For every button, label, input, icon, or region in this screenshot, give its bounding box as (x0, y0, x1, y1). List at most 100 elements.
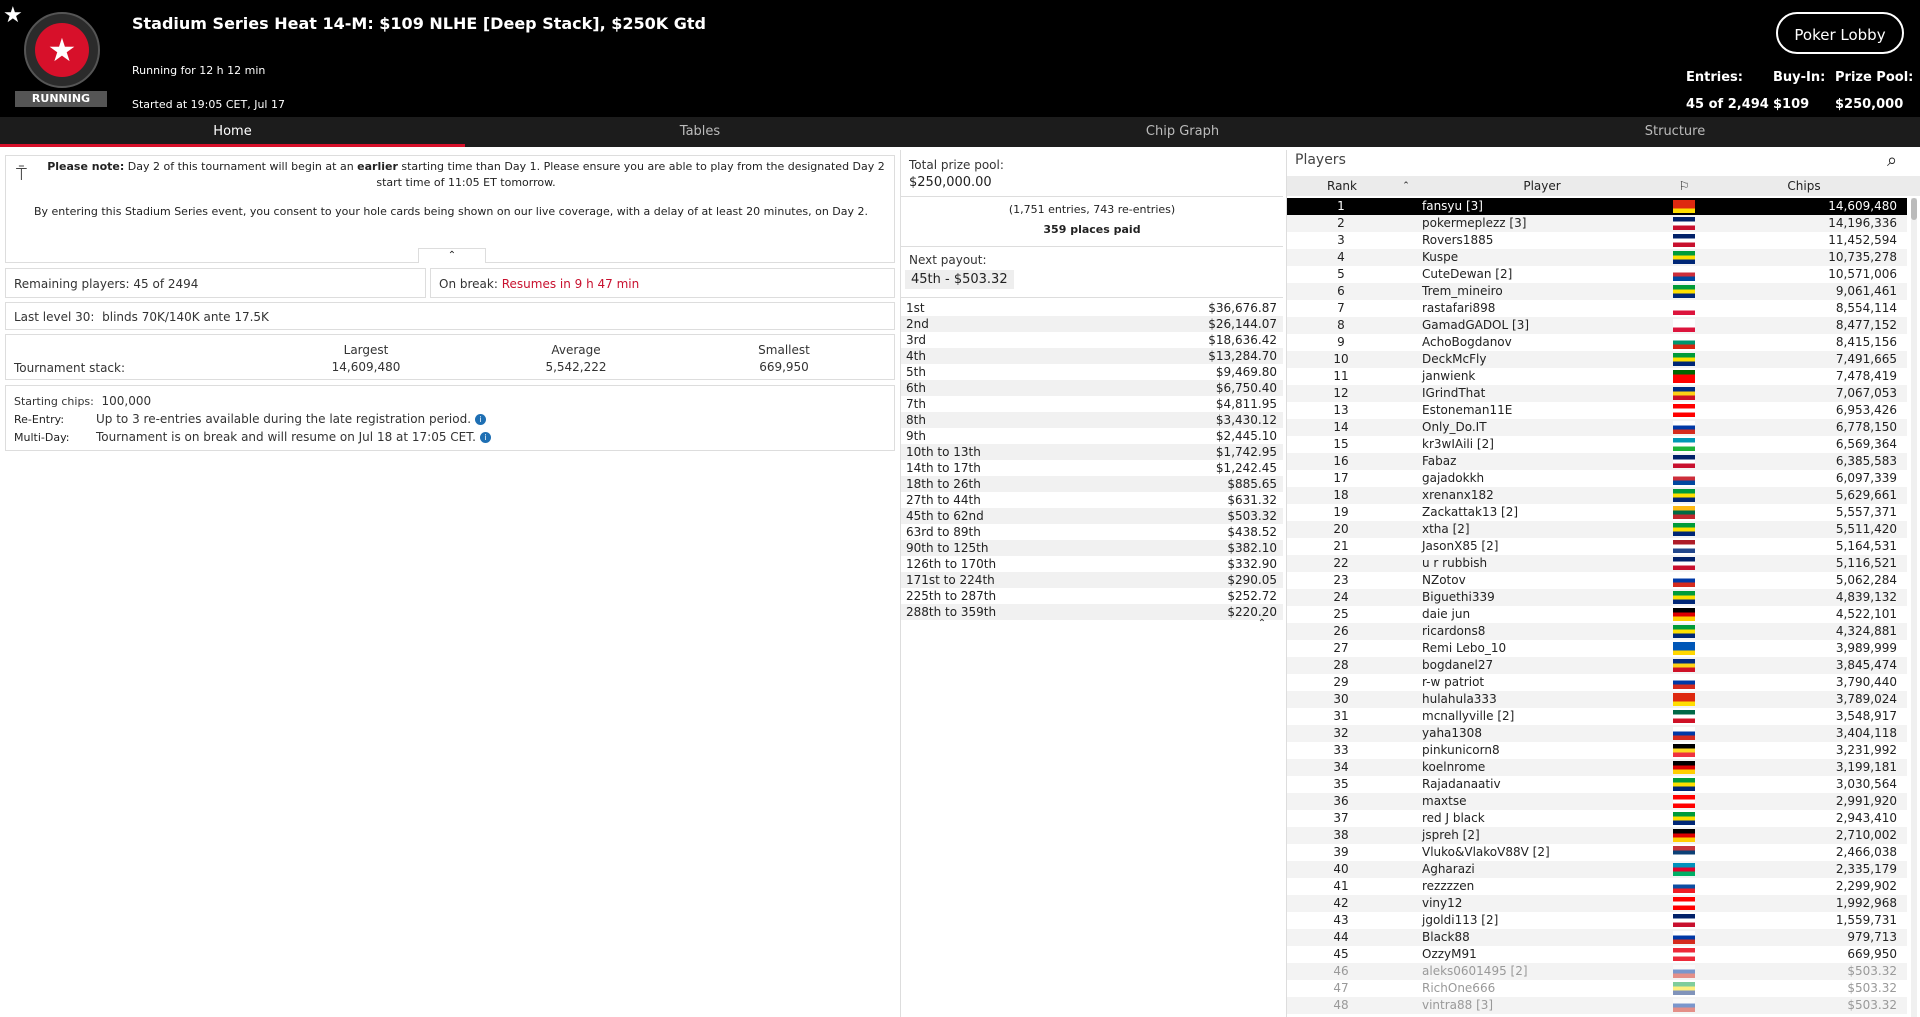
player-row[interactable]: 44 Black88 979,713 (1287, 929, 1907, 946)
player-row[interactable]: 4 Kuspe 10,735,278 (1287, 249, 1907, 266)
player-rank: 23 (1333, 573, 1349, 587)
player-row[interactable]: 2 pokermeplezz [3] 14,196,336 (1287, 215, 1907, 232)
player-row[interactable]: 21 JasonX85 [2] 5,164,531 (1287, 538, 1907, 555)
player-chips: 9,061,461 (1835, 284, 1897, 298)
player-row[interactable]: 7 rastafari898 8,554,114 (1287, 300, 1907, 317)
payout-row: 126th to 170th $332.90 (901, 556, 1283, 572)
player-row[interactable]: 11 janwienk 7,478,419 (1287, 368, 1907, 385)
player-chips: 3,790,440 (1835, 675, 1897, 689)
player-name: pokermeplezz [3] (1422, 216, 1527, 230)
player-row[interactable]: 29 r-w patriot 3,790,440 (1287, 674, 1907, 691)
payout-row: 8th $3,430.12 (901, 412, 1283, 428)
player-chips: 5,164,531 (1835, 539, 1897, 553)
player-rank: 25 (1333, 607, 1349, 621)
player-row[interactable]: 1 fansyu [3] 14,609,480 (1287, 198, 1907, 215)
tab-home[interactable]: Home (0, 117, 465, 147)
player-row[interactable]: 28 bogdanel27 3,845,474 (1287, 657, 1907, 674)
player-row[interactable]: 13 Estoneman11E 6,953,426 (1287, 402, 1907, 419)
player-row[interactable]: 19 Zackattak13 [2] 5,557,371 (1287, 504, 1907, 521)
player-row[interactable]: 14 Only_Do.IT 6,778,150 (1287, 419, 1907, 436)
player-row[interactable]: 38 jspreh [2] 2,710,002 (1287, 827, 1907, 844)
buyin-label: Buy-In: (1773, 70, 1826, 85)
reentry-value: Up to 3 re-entries available during the … (96, 412, 472, 426)
payout-amount: $18,636.42 (1208, 333, 1277, 347)
collapse-chevron-up-icon[interactable]: ⌃ (1247, 618, 1277, 632)
player-row[interactable]: 26 ricardons8 4,324,881 (1287, 623, 1907, 640)
player-rank: 14 (1333, 420, 1349, 434)
country-flag-icon (1673, 744, 1695, 757)
player-chips: 6,385,583 (1835, 454, 1897, 468)
tab-structure[interactable]: Structure (1430, 117, 1920, 147)
poker-lobby-button[interactable]: Poker Lobby (1776, 12, 1904, 54)
player-row[interactable]: 43 jgoldi113 [2] 1,559,731 (1287, 912, 1907, 929)
player-row[interactable]: 10 DeckMcFly 7,491,665 (1287, 351, 1907, 368)
search-icon[interactable]: ⌕ (1887, 150, 1897, 171)
tab-bar: Home Tables Chip Graph Structure (0, 117, 1920, 147)
payout-row: 6th $6,750.40 (901, 380, 1283, 396)
info-icon[interactable]: i (479, 432, 491, 443)
payout-place: 90th to 125th (906, 541, 989, 555)
player-row[interactable]: 20 xtha [2] 5,511,420 (1287, 521, 1907, 538)
player-row[interactable]: 33 pinkunicorn8 3,231,992 (1287, 742, 1907, 759)
player-column-header[interactable]: Player (1417, 176, 1667, 196)
player-chips: 6,953,426 (1835, 403, 1897, 417)
player-row[interactable]: 35 Rajadanaativ 3,030,564 (1287, 776, 1907, 793)
player-row[interactable]: 41 rezzzzen 2,299,902 (1287, 878, 1907, 895)
player-chips: 3,030,564 (1835, 777, 1897, 791)
player-row[interactable]: 34 koelnrome 3,199,181 (1287, 759, 1907, 776)
player-row[interactable]: 39 Vluko&VlakoV88V [2] 2,466,038 (1287, 844, 1907, 861)
player-chips: 3,548,917 (1835, 709, 1897, 723)
rank-column-header[interactable]: Rank (1287, 176, 1397, 196)
player-row[interactable]: 31 mcnallyville [2] 3,548,917 (1287, 708, 1907, 725)
player-row[interactable]: 8 GamadGADOL [3] 8,477,152 (1287, 317, 1907, 334)
payout-place: 7th (906, 397, 926, 411)
player-rank: 28 (1333, 658, 1349, 672)
player-row[interactable]: 45 OzzyM91 669,950 (1287, 946, 1907, 963)
player-row[interactable]: 23 NZotov 5,062,284 (1287, 572, 1907, 589)
country-flag-icon (1673, 523, 1695, 536)
player-row[interactable]: 40 Agharazi 2,335,179 (1287, 861, 1907, 878)
players-scrollbar[interactable] (1911, 198, 1917, 1017)
player-row[interactable]: 17 gajadokkh 6,097,339 (1287, 470, 1907, 487)
player-row[interactable]: 30 hulahula333 3,789,024 (1287, 691, 1907, 708)
player-row[interactable]: 5 CuteDewan [2] 10,571,006 (1287, 266, 1907, 283)
notice-consent-text: By entering this Stadium Series event, y… (33, 205, 869, 218)
player-row[interactable]: 42 viny12 1,992,968 (1287, 895, 1907, 912)
player-row[interactable]: 16 Fabaz 6,385,583 (1287, 453, 1907, 470)
total-prize-value: $250,000.00 (909, 175, 992, 190)
player-rank: 29 (1333, 675, 1349, 689)
prize-panel: Total prize pool: $250,000.00 (1,751 ent… (901, 150, 1285, 1017)
tab-chip-graph[interactable]: Chip Graph (935, 117, 1430, 147)
flag-column-icon[interactable]: ⚐ (1673, 176, 1695, 196)
player-row[interactable]: 36 maxtse 2,991,920 (1287, 793, 1907, 810)
player-row[interactable]: 22 u r rubbish 5,116,521 (1287, 555, 1907, 572)
player-row[interactable]: 32 yaha1308 3,404,118 (1287, 725, 1907, 742)
country-flag-icon (1673, 863, 1695, 876)
player-row[interactable]: 18 xrenanx182 5,629,661 (1287, 487, 1907, 504)
player-row[interactable]: 46 aleks0601495 [2] $503.32 (1287, 963, 1907, 980)
favorite-star-icon[interactable]: ★ (3, 3, 23, 28)
player-row[interactable]: 15 kr3wIAili [2] 6,569,364 (1287, 436, 1907, 453)
sort-chevron-up-icon[interactable]: ⌃ (1399, 176, 1413, 196)
player-row[interactable]: 47 RichOne666 $503.32 (1287, 980, 1907, 997)
player-row[interactable]: 3 Rovers1885 11,452,594 (1287, 232, 1907, 249)
player-row[interactable]: 6 Trem_mineiro 9,061,461 (1287, 283, 1907, 300)
player-row[interactable]: 27 Remi Lebo_10 3,989,999 (1287, 640, 1907, 657)
player-row[interactable]: 25 daie jun 4,522,101 (1287, 606, 1907, 623)
player-name: Remi Lebo_10 (1422, 641, 1507, 655)
info-icon[interactable]: i (474, 414, 486, 425)
player-row[interactable]: 48 vintra88 [3] $503.32 (1287, 997, 1907, 1014)
player-rank: 18 (1333, 488, 1349, 502)
player-row[interactable]: 12 IGrindThat 7,067,053 (1287, 385, 1907, 402)
player-rank: 17 (1333, 471, 1349, 485)
player-row[interactable]: 24 Biguethi339 4,839,132 (1287, 589, 1907, 606)
player-chips: 3,845,474 (1835, 658, 1897, 672)
payout-row: 45th to 62nd $503.32 (901, 508, 1283, 524)
tab-tables[interactable]: Tables (465, 117, 935, 147)
collapse-chevron-up-icon[interactable]: ⌃ (418, 248, 486, 263)
chips-column-header[interactable]: Chips (1699, 176, 1909, 196)
player-row[interactable]: 37 red J black 2,943,410 (1287, 810, 1907, 827)
payout-amount: $382.10 (1227, 541, 1277, 555)
scrollbar-thumb[interactable] (1911, 198, 1917, 220)
player-row[interactable]: 9 AchoBogdanov 8,415,156 (1287, 334, 1907, 351)
